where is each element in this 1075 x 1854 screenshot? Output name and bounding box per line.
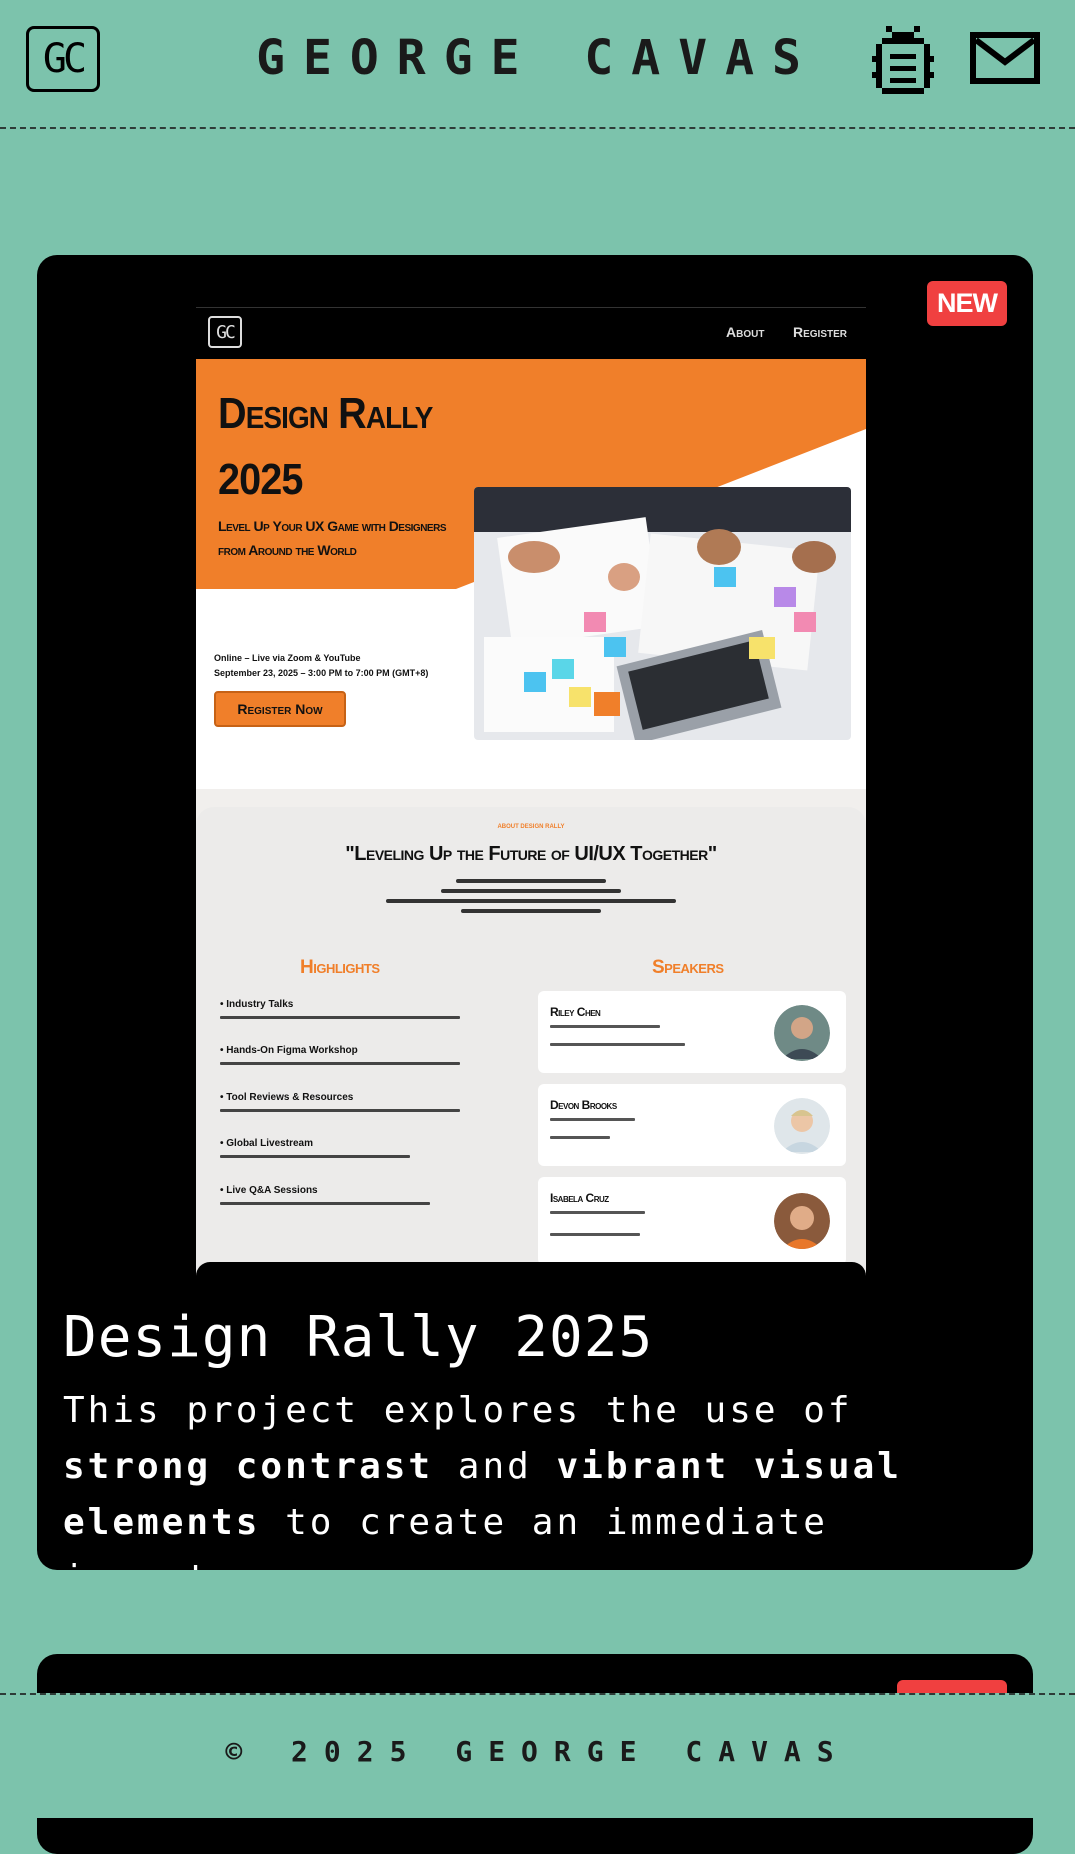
preview-speaker-card: Isabela Cruz bbox=[538, 1177, 846, 1265]
preview-hero: Design Rally 2025 Level Up Your UX Game … bbox=[196, 359, 866, 789]
new-badge: NEW bbox=[927, 281, 1007, 326]
bug-icon[interactable] bbox=[872, 24, 934, 96]
project-card[interactable]: NEW GC About Register Design Rally 2025 … bbox=[37, 255, 1033, 1570]
preview-footer bbox=[196, 1262, 866, 1277]
copyright: © 2025 GEORGE CAVAS bbox=[225, 1735, 850, 1768]
preview-hero-title: Design Rally 2025 bbox=[218, 389, 433, 504]
avatar bbox=[774, 1098, 830, 1154]
preview-highlight-item: Live Q&A Sessions bbox=[220, 1185, 480, 1205]
preview-about-section: ABOUT DESIGN RALLY "Leveling Up the Futu… bbox=[196, 807, 866, 1277]
preview-highlight-item: Tool Reviews & Resources bbox=[220, 1092, 480, 1112]
project-title: Design Rally 2025 bbox=[63, 1305, 654, 1370]
preview-quote: "Leveling Up the Future of UI/UX Togethe… bbox=[345, 843, 717, 865]
mail-icon[interactable] bbox=[970, 32, 1040, 84]
preview-speaker-card: Devon Brooks bbox=[538, 1084, 846, 1166]
preview-nav: GC About Register bbox=[196, 307, 866, 360]
preview-register-button: Register Now bbox=[214, 691, 346, 727]
preview-hero-subtitle: Level Up Your UX Game with Designers fro… bbox=[218, 518, 447, 558]
preview-highlight-item: Hands-On Figma Workshop bbox=[220, 1045, 480, 1065]
avatar bbox=[774, 1193, 830, 1249]
preview-hero-meta: Online – Live via Zoom & YouTube Septemb… bbox=[214, 653, 429, 678]
preview-speakers-title: Speakers bbox=[652, 957, 724, 978]
preview-highlights-title: Highlights bbox=[300, 957, 380, 978]
workshop-photo bbox=[474, 487, 851, 740]
preview-highlight-item: Global Livestream bbox=[220, 1138, 480, 1158]
preview-speaker-card: Riley Chen bbox=[538, 991, 846, 1073]
preview-nav-register: Register bbox=[793, 324, 848, 340]
avatar bbox=[774, 1005, 830, 1061]
site-footer: © 2025 GEORGE CAVAS bbox=[0, 1693, 1075, 1818]
preview-nav-about: About bbox=[726, 324, 765, 340]
preview-logo: GC bbox=[208, 316, 242, 348]
project-description: This project explores the use of strong … bbox=[63, 1390, 902, 1570]
preview-about-text bbox=[386, 879, 676, 919]
site-header: GC GEORGE CAVAS bbox=[0, 0, 1075, 129]
project-preview-image[interactable]: GC About Register Design Rally 2025 Leve… bbox=[196, 307, 866, 1277]
preview-kicker: ABOUT DESIGN RALLY bbox=[497, 824, 565, 830]
preview-highlight-item: Industry Talks bbox=[220, 999, 480, 1019]
